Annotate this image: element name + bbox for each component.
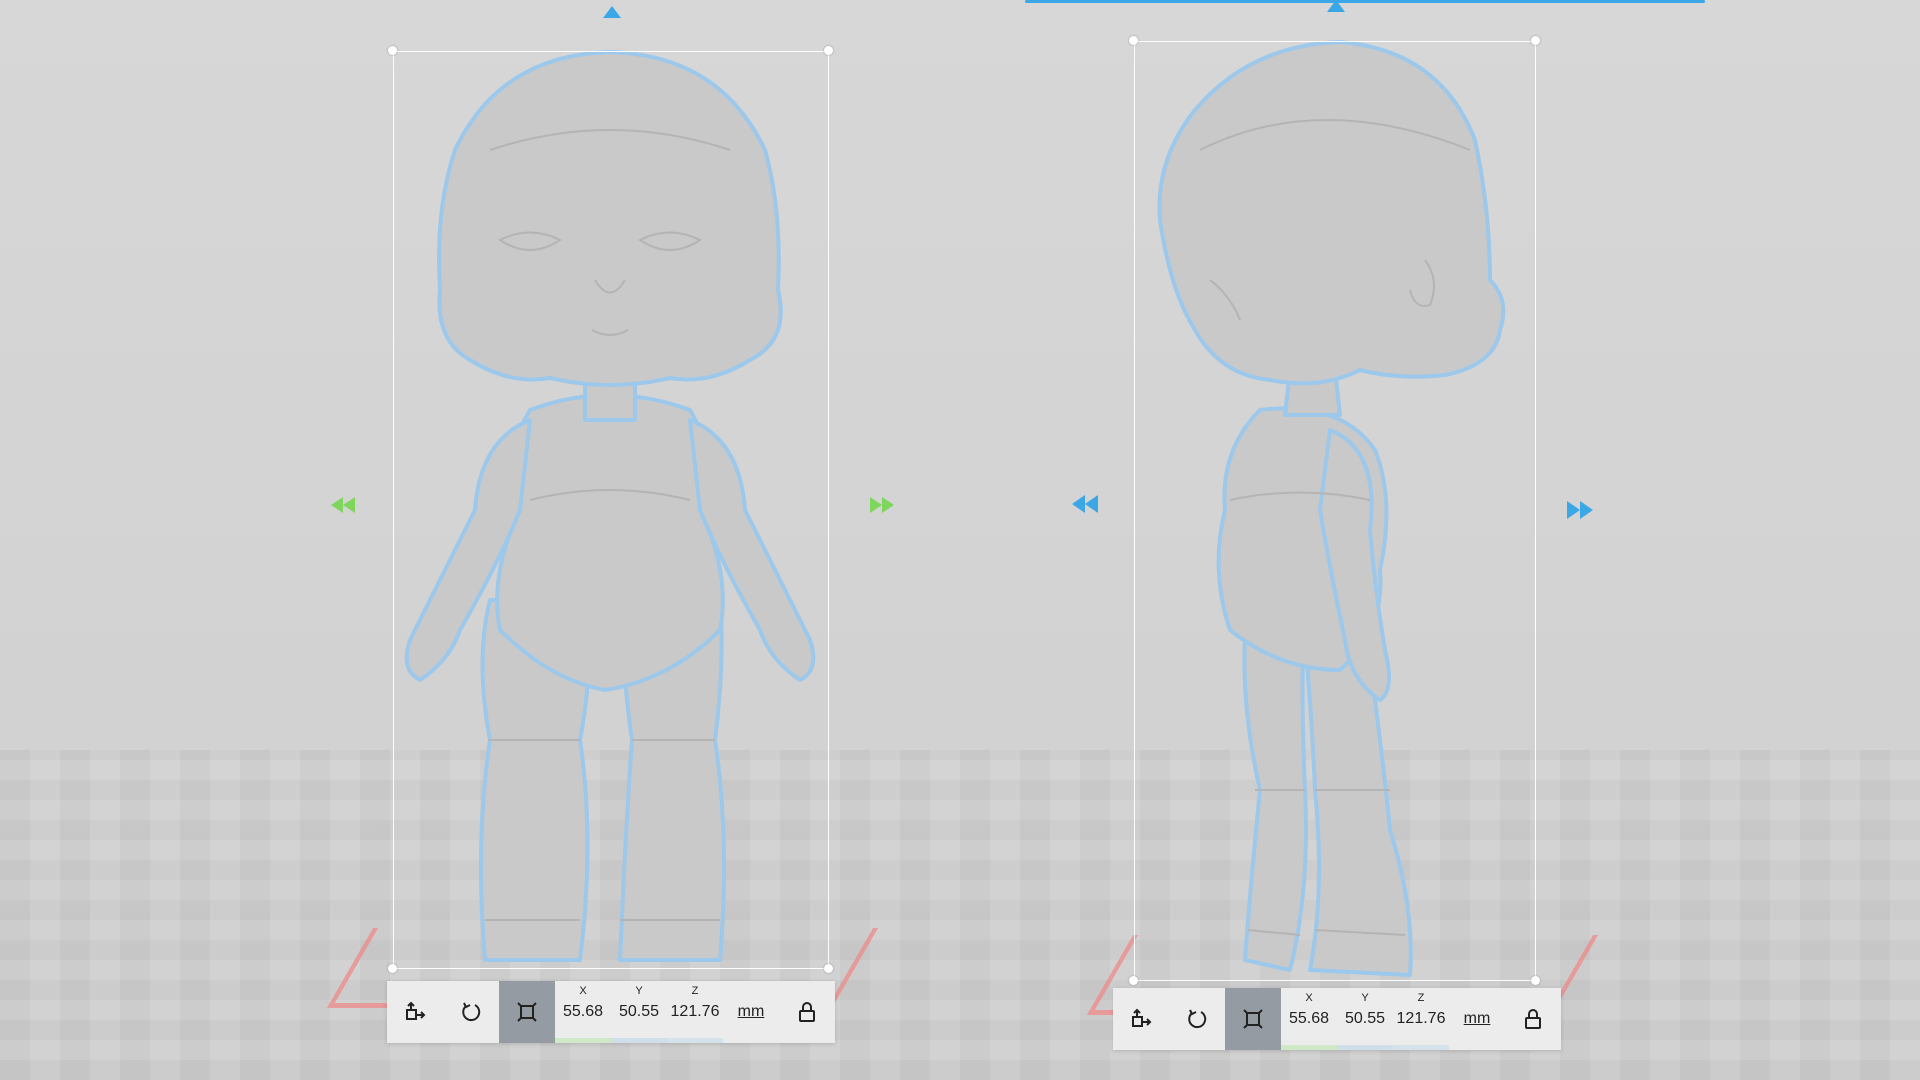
scale-tool-button[interactable]: [1225, 988, 1281, 1050]
transform-toolbar-front: X 55.68 Y 50.55 Z 121.76 mm: [387, 981, 835, 1043]
dimension-z[interactable]: Z 121.76: [667, 981, 723, 1043]
dimension-z-label: Z: [1417, 992, 1425, 1004]
x-axis-indicator: [555, 1038, 611, 1043]
rotate-tool-button[interactable]: [1169, 988, 1225, 1050]
dimension-x-value[interactable]: 55.68: [1281, 1010, 1337, 1028]
dimension-z[interactable]: Z 121.76: [1393, 988, 1449, 1050]
move-up-arrow-icon[interactable]: [603, 6, 621, 18]
bbox-corner-handle[interactable]: [388, 46, 397, 55]
unit-selector[interactable]: mm: [1449, 988, 1505, 1050]
scale-icon: [1243, 1009, 1263, 1029]
lock-icon: [799, 1002, 815, 1022]
dimension-y[interactable]: Y 50.55: [611, 981, 667, 1043]
dimension-x[interactable]: X 55.68: [1281, 988, 1337, 1050]
move-right-arrow-icon[interactable]: [1567, 501, 1595, 519]
scale-icon: [517, 1002, 537, 1022]
dimension-z-value[interactable]: 121.76: [667, 1003, 723, 1021]
bounding-box-side: [1134, 41, 1536, 981]
move-tool-button[interactable]: [387, 981, 443, 1043]
dimension-y[interactable]: Y 50.55: [1337, 988, 1393, 1050]
dimension-x-label: X: [1305, 992, 1313, 1004]
bounding-box-front: [393, 51, 829, 969]
lock-proportions-button[interactable]: [779, 981, 835, 1043]
bbox-corner-handle[interactable]: [1129, 976, 1138, 985]
move-left-arrow-icon[interactable]: [331, 497, 357, 513]
y-axis-indicator: [1337, 1045, 1393, 1050]
bbox-corner-handle[interactable]: [388, 964, 397, 973]
move-icon: [1132, 1008, 1152, 1027]
lock-icon: [1525, 1009, 1541, 1029]
z-axis-indicator: [1393, 1045, 1449, 1050]
dimension-x[interactable]: X 55.68: [555, 981, 611, 1043]
transform-toolbar-side: X 55.68 Y 50.55 Z 121.76 mm: [1113, 988, 1561, 1050]
rotate-tool-button[interactable]: [443, 981, 499, 1043]
move-up-arrow-icon[interactable]: [1327, 0, 1345, 12]
bbox-corner-handle[interactable]: [1129, 36, 1138, 45]
dimension-z-label: Z: [691, 985, 699, 997]
dimension-y-label: Y: [1361, 992, 1369, 1004]
dimension-y-label: Y: [635, 985, 643, 997]
dimension-z-value[interactable]: 121.76: [1393, 1010, 1449, 1028]
dimension-y-value[interactable]: 50.55: [611, 1003, 667, 1021]
scale-tool-button[interactable]: [499, 981, 555, 1043]
x-axis-indicator: [1281, 1045, 1337, 1050]
dimension-y-value[interactable]: 50.55: [1337, 1010, 1393, 1028]
dimension-x-label: X: [579, 985, 587, 997]
move-tool-button[interactable]: [1113, 988, 1169, 1050]
viewport-front[interactable]: X 55.68 Y 50.55 Z 121.76 mm: [0, 0, 960, 1080]
bbox-corner-handle[interactable]: [1531, 36, 1540, 45]
unit-selector[interactable]: mm: [723, 981, 779, 1043]
y-axis-indicator: [611, 1038, 667, 1043]
move-icon: [406, 1001, 426, 1020]
viewport-side[interactable]: X 55.68 Y 50.55 Z 121.76 mm: [960, 0, 1920, 1080]
move-left-arrow-icon[interactable]: [1072, 495, 1100, 513]
bbox-corner-handle[interactable]: [824, 46, 833, 55]
z-axis-indicator: [667, 1038, 723, 1043]
bbox-corner-handle[interactable]: [1531, 976, 1540, 985]
lock-proportions-button[interactable]: [1505, 988, 1561, 1050]
move-right-arrow-icon[interactable]: [870, 497, 896, 513]
rotate-icon: [462, 1002, 481, 1022]
selection-indicator-line: [1025, 0, 1705, 3]
dimension-x-value[interactable]: 55.68: [555, 1003, 611, 1021]
bbox-corner-handle[interactable]: [824, 964, 833, 973]
rotate-icon: [1188, 1009, 1207, 1029]
